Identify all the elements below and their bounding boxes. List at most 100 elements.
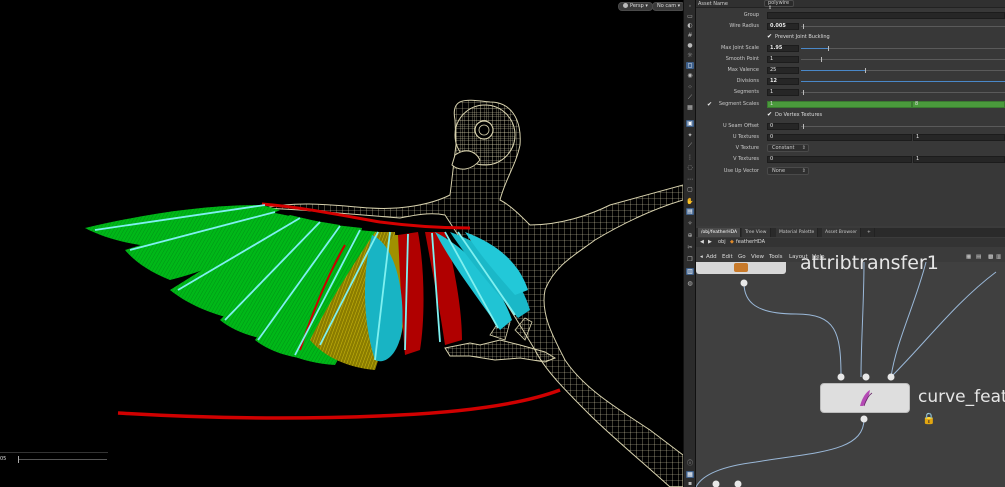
info-panel-icon[interactable]: ▥ [996, 254, 1001, 260]
wire-radius-slider[interactable] [801, 24, 1005, 29]
network-view-icon[interactable]: ▩ [988, 254, 993, 260]
frame-icon[interactable]: ▢ [686, 186, 694, 193]
star-icon[interactable]: ✧ [686, 220, 694, 227]
segment-scales-ramp-b[interactable]: 8 [912, 101, 1005, 108]
render-icon[interactable]: ◍ [686, 280, 694, 287]
divisions-slider[interactable] [801, 81, 1005, 82]
wire-radius-field[interactable]: 0.005 [767, 23, 799, 30]
v-texture-dropdown[interactable]: Constant ⇕ [767, 144, 809, 152]
u-textures-field-b[interactable]: 1 [913, 134, 1005, 141]
menu-add[interactable]: Add [706, 254, 717, 260]
tab-material-palette[interactable]: Material Palette [776, 228, 819, 237]
u-seam-offset-field[interactable]: 0 [767, 123, 799, 130]
grid-view-icon[interactable]: ▦ [686, 471, 694, 478]
add-tab-button[interactable]: + [864, 228, 875, 237]
target-icon[interactable]: ⊕ [686, 232, 694, 239]
slider-value[interactable]: 05 [0, 456, 16, 464]
add-menu-icon: ◂ [700, 254, 703, 260]
layout-icon[interactable]: ▥ [686, 268, 694, 275]
segment-scales-ramp-a[interactable]: 1 [767, 101, 912, 108]
param-u-textures: U Textures 0 1 [696, 133, 1005, 142]
scissor-icon[interactable]: ✂ [686, 244, 694, 251]
prevent-buckling-checkbox[interactable]: ✔ [767, 34, 773, 40]
param-smooth-point: Smooth Point 1 [696, 55, 1005, 64]
edge-icon[interactable]: ⟋ [686, 94, 694, 101]
view-icon[interactable]: ▤ [686, 208, 694, 215]
use-up-vector-dropdown[interactable]: None ⇕ [767, 167, 809, 175]
face-icon[interactable]: ▦ [686, 104, 694, 111]
wand-icon[interactable]: ✦ [686, 132, 694, 139]
menu-view[interactable]: View [751, 254, 764, 260]
u-seam-offset-slider[interactable] [801, 124, 1005, 129]
v-textures-field-a[interactable]: 0 [767, 156, 912, 163]
param-u-seam-offset: U Seam Offset 0 [696, 122, 1005, 131]
copy-icon[interactable]: ❐ [686, 256, 694, 263]
camera-menu-button[interactable]: No cam ▾ [652, 2, 683, 11]
viewport-toolbar: ◦ ▭ ◐ # ● ☼ ◻ ◉ ⁘ ⟋ ▦ ▣ ✦ ⟋ ⋮ ◌ ⋯ ▢ ✋ ▤ … [683, 0, 696, 487]
measure-icon[interactable]: ⋮ [686, 154, 694, 161]
segments-field[interactable]: 1 [767, 89, 799, 96]
max-joint-scale-slider[interactable] [801, 46, 1005, 51]
attribtransfer-icon [734, 263, 748, 272]
asset-name-bar: Asset Name polywire ⇕ [696, 0, 1005, 11]
param-do-vertex-textures: ✔ Do Vertex Textures [767, 111, 823, 119]
lasso-icon[interactable]: ◌ [686, 164, 694, 171]
param-prevent-buckling: ✔ Prevent Joint Buckling [767, 33, 830, 41]
network-editor: /obj/featherHDA Tree View Material Palet… [696, 226, 1005, 487]
max-valence-field[interactable]: 25 [767, 67, 799, 74]
brush-icon[interactable]: ⟋ [686, 142, 694, 149]
tab-tree-view[interactable]: Tree View [742, 228, 771, 237]
back-icon[interactable]: ◀ [700, 239, 704, 245]
hand-icon[interactable]: ✋ [686, 198, 694, 205]
param-max-joint-scale: Max Joint Scale 1.95 [696, 44, 1005, 53]
snap-icon[interactable]: ◉ [686, 72, 694, 79]
v-textures-field-b[interactable]: 1 [913, 156, 1005, 163]
menu-go[interactable]: Go [738, 254, 746, 260]
do-vertex-textures-checkbox[interactable]: ✔ [767, 112, 773, 118]
segments-slider[interactable] [801, 90, 1005, 95]
shading-icon[interactable]: ◐ [686, 22, 694, 29]
viewport-value-slider[interactable]: 05 [0, 452, 108, 464]
pin-icon[interactable]: ◦ [686, 3, 694, 10]
param-divisions: Divisions 12 [696, 77, 1005, 86]
object-mode-icon[interactable]: ▣ [686, 120, 694, 127]
menu-tools[interactable]: Tools [769, 254, 783, 260]
dropdown-arrow-icon: ⇕ [801, 168, 806, 174]
max-valence-slider[interactable] [801, 68, 1005, 73]
info-icon[interactable]: ⓘ [686, 460, 694, 467]
path-current[interactable]: featherHDA [736, 239, 765, 245]
group-field[interactable] [767, 12, 1005, 19]
max-joint-scale-field[interactable]: 1.95 [767, 45, 799, 52]
path-root[interactable]: obj [718, 239, 726, 245]
camera-bottom-icon[interactable]: ▪ [686, 480, 694, 487]
dots-icon[interactable]: ⋯ [686, 176, 694, 183]
lock-icon[interactable]: 🔒 [922, 412, 936, 425]
lighting-icon[interactable]: ☼ [686, 52, 694, 59]
point-icon[interactable]: ⁘ [686, 84, 694, 91]
asset-name-dropdown[interactable]: polywire ⇕ [764, 0, 794, 11]
grid-icon[interactable]: # [686, 32, 694, 39]
select-icon[interactable]: ◻ [686, 62, 694, 69]
ghost-icon[interactable]: ● [686, 42, 694, 49]
tab-asset-browser[interactable]: Asset Browser [822, 228, 861, 237]
smooth-point-field[interactable]: 1 [767, 56, 799, 63]
slider-handle[interactable] [18, 456, 19, 463]
node-curve-feather[interactable] [820, 383, 910, 413]
grid-snap-icon[interactable]: ▦ [966, 254, 971, 260]
slider-track[interactable] [19, 459, 107, 460]
forward-icon[interactable]: ▶ [708, 239, 712, 245]
node-attribtransfer[interactable] [696, 262, 786, 274]
tab-network[interactable]: /obj/featherHDA [698, 228, 742, 237]
smooth-point-slider[interactable] [801, 57, 1005, 62]
menu-edit[interactable]: Edit [722, 254, 733, 260]
scene-viewport[interactable]: Persp ▾ No cam ▾ 05 [0, 0, 683, 487]
segment-scales-check[interactable]: ✔ [707, 101, 712, 108]
guide-curve [117, 388, 561, 420]
divisions-field[interactable]: 12 [767, 78, 799, 85]
display-options-icon[interactable]: ▤ [976, 254, 981, 260]
param-wire-radius: Wire Radius 0.005 [696, 22, 1005, 31]
network-canvas[interactable]: attribtransfer1 curve_feat 🔒 [696, 252, 1005, 487]
u-textures-field-a[interactable]: 0 [767, 134, 912, 141]
display-icon[interactable]: ▭ [686, 13, 694, 20]
perspective-menu-button[interactable]: Persp ▾ [618, 2, 653, 11]
